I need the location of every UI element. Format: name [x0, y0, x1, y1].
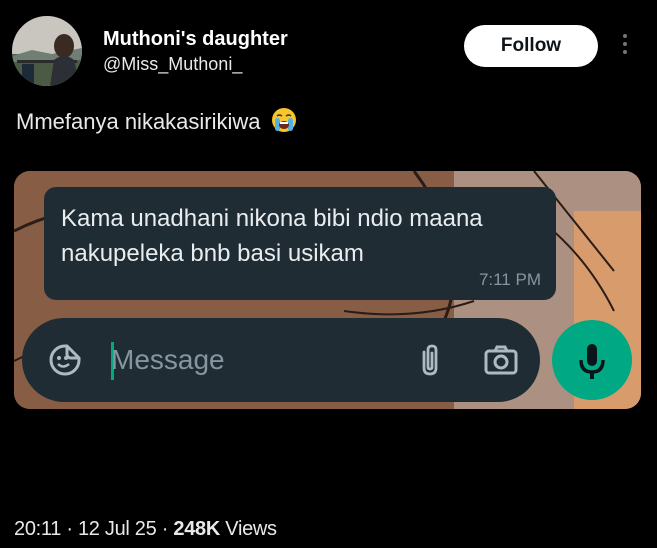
- separator-dot: ·: [161, 518, 169, 540]
- camera-icon[interactable]: [483, 342, 519, 378]
- microphone-button[interactable]: [552, 320, 632, 400]
- message-time: 7:11 PM: [478, 270, 541, 289]
- views-count: 248K: [173, 518, 220, 540]
- sticker-icon[interactable]: [47, 342, 83, 378]
- message-input[interactable]: [111, 340, 401, 380]
- tweet-date[interactable]: 12 Jul 25: [78, 518, 157, 540]
- loudly-crying-face-icon: [271, 107, 297, 139]
- microphone-icon: [579, 344, 605, 379]
- follow-button[interactable]: Follow: [464, 25, 598, 67]
- views-label: Views: [225, 518, 277, 540]
- attachment-icon[interactable]: [412, 342, 448, 378]
- separator-dot: ·: [66, 518, 73, 540]
- tweet-time[interactable]: 20:11: [14, 518, 61, 540]
- tweet-text-row: Mmefanya nikakasirikiwa: [16, 107, 297, 139]
- more-vertical-icon[interactable]: [614, 30, 636, 64]
- media-image[interactable]: Kama unadhani nikona bibi ndio maana nak…: [14, 171, 641, 409]
- avatar[interactable]: [12, 16, 82, 86]
- message-text: Kama unadhani nikona bibi ndio maana nak…: [61, 205, 483, 267]
- message-bubble: Kama unadhani nikona bibi ndio maana nak…: [44, 187, 556, 300]
- message-composer: [22, 318, 540, 402]
- author-name[interactable]: Muthoni's daughter: [103, 28, 288, 51]
- tweet-meta: 20:11 · 12 Jul 25 · 248K Views: [14, 518, 277, 541]
- tweet-text: Mmefanya nikakasirikiwa: [16, 108, 261, 134]
- author-handle[interactable]: @Miss_Muthoni_: [103, 54, 242, 75]
